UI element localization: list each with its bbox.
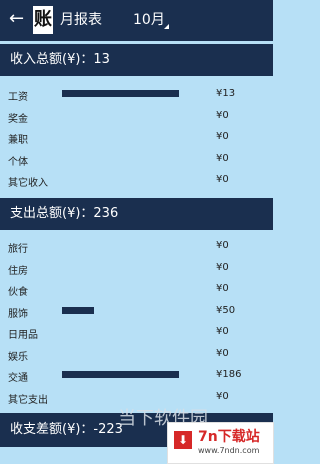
category-amount: ¥0 bbox=[216, 174, 229, 185]
watermark-logo-box: ⬇ 7n下载站 www.7ndn.com bbox=[167, 422, 274, 464]
category-label: 兼职 bbox=[8, 135, 28, 146]
category-label: 日用品 bbox=[8, 330, 38, 341]
expense-total-label: 支出总额(¥)：236 bbox=[10, 206, 119, 221]
watermark-name: 7n下载站 bbox=[198, 429, 260, 445]
balance-label: 收支差额(¥)：-223 bbox=[10, 422, 123, 437]
category-label: 工资 bbox=[8, 92, 28, 103]
month-selector[interactable]: 10月 bbox=[133, 11, 165, 29]
list-item[interactable]: 其它收入 ¥0 bbox=[0, 170, 273, 191]
income-total-label: 收入总额(¥)：13 bbox=[10, 52, 110, 67]
list-item[interactable]: 娱乐 ¥0 bbox=[0, 344, 273, 365]
back-arrow-icon[interactable]: ← bbox=[9, 8, 24, 30]
category-label: 住房 bbox=[8, 265, 28, 277]
category-label: 其它支出 bbox=[8, 394, 48, 406]
amount-bar bbox=[62, 90, 179, 97]
category-label: 其它收入 bbox=[8, 178, 48, 189]
page-title: 月报表 bbox=[60, 12, 102, 28]
amount-bar bbox=[62, 306, 94, 314]
income-total-header: 收入总额(¥)：13 bbox=[0, 44, 273, 76]
category-label: 伙食 bbox=[8, 287, 28, 298]
list-item[interactable]: 旅行 ¥0 bbox=[0, 236, 273, 257]
category-amount: ¥0 bbox=[216, 347, 229, 359]
category-amount: ¥13 bbox=[216, 88, 236, 99]
category-amount: ¥0 bbox=[216, 390, 229, 402]
download-icon: ⬇ bbox=[174, 431, 192, 449]
category-amount: ¥0 bbox=[216, 261, 229, 273]
category-amount: ¥0 bbox=[216, 326, 229, 337]
category-amount: ¥0 bbox=[216, 152, 229, 164]
category-amount: ¥50 bbox=[216, 304, 236, 316]
app-logo: 账 bbox=[33, 6, 53, 34]
category-label: 奖金 bbox=[8, 113, 28, 125]
category-amount: ¥186 bbox=[216, 369, 242, 380]
category-amount: ¥0 bbox=[216, 240, 229, 251]
list-item[interactable]: 伙食 ¥0 bbox=[0, 279, 273, 300]
category-amount: ¥0 bbox=[216, 283, 229, 294]
list-item[interactable]: 工资 ¥13 bbox=[0, 84, 273, 105]
list-item[interactable]: 交通 ¥186 bbox=[0, 365, 273, 386]
list-item[interactable]: 个体 ¥0 bbox=[0, 149, 273, 170]
category-label: 旅行 bbox=[8, 244, 28, 255]
category-amount: ¥0 bbox=[216, 109, 229, 121]
list-item[interactable]: 奖金 ¥0 bbox=[0, 106, 273, 127]
expense-total-header: 支出总额(¥)：236 bbox=[0, 198, 273, 230]
category-amount: ¥0 bbox=[216, 131, 229, 142]
top-app-bar: ← 账 月报表 10月 bbox=[0, 0, 273, 41]
list-item[interactable]: 服饰 ¥50 bbox=[0, 301, 273, 322]
dropdown-caret-icon[interactable] bbox=[164, 24, 169, 29]
category-label: 服饰 bbox=[8, 308, 28, 320]
category-label: 个体 bbox=[8, 156, 28, 168]
list-item[interactable]: 兼职 ¥0 bbox=[0, 127, 273, 148]
category-label: 交通 bbox=[8, 373, 28, 384]
list-item[interactable]: 住房 ¥0 bbox=[0, 258, 273, 279]
amount-bar bbox=[62, 371, 179, 378]
category-label: 娱乐 bbox=[8, 351, 28, 363]
watermark-url: www.7ndn.com bbox=[198, 446, 260, 455]
list-item[interactable]: 日用品 ¥0 bbox=[0, 322, 273, 343]
